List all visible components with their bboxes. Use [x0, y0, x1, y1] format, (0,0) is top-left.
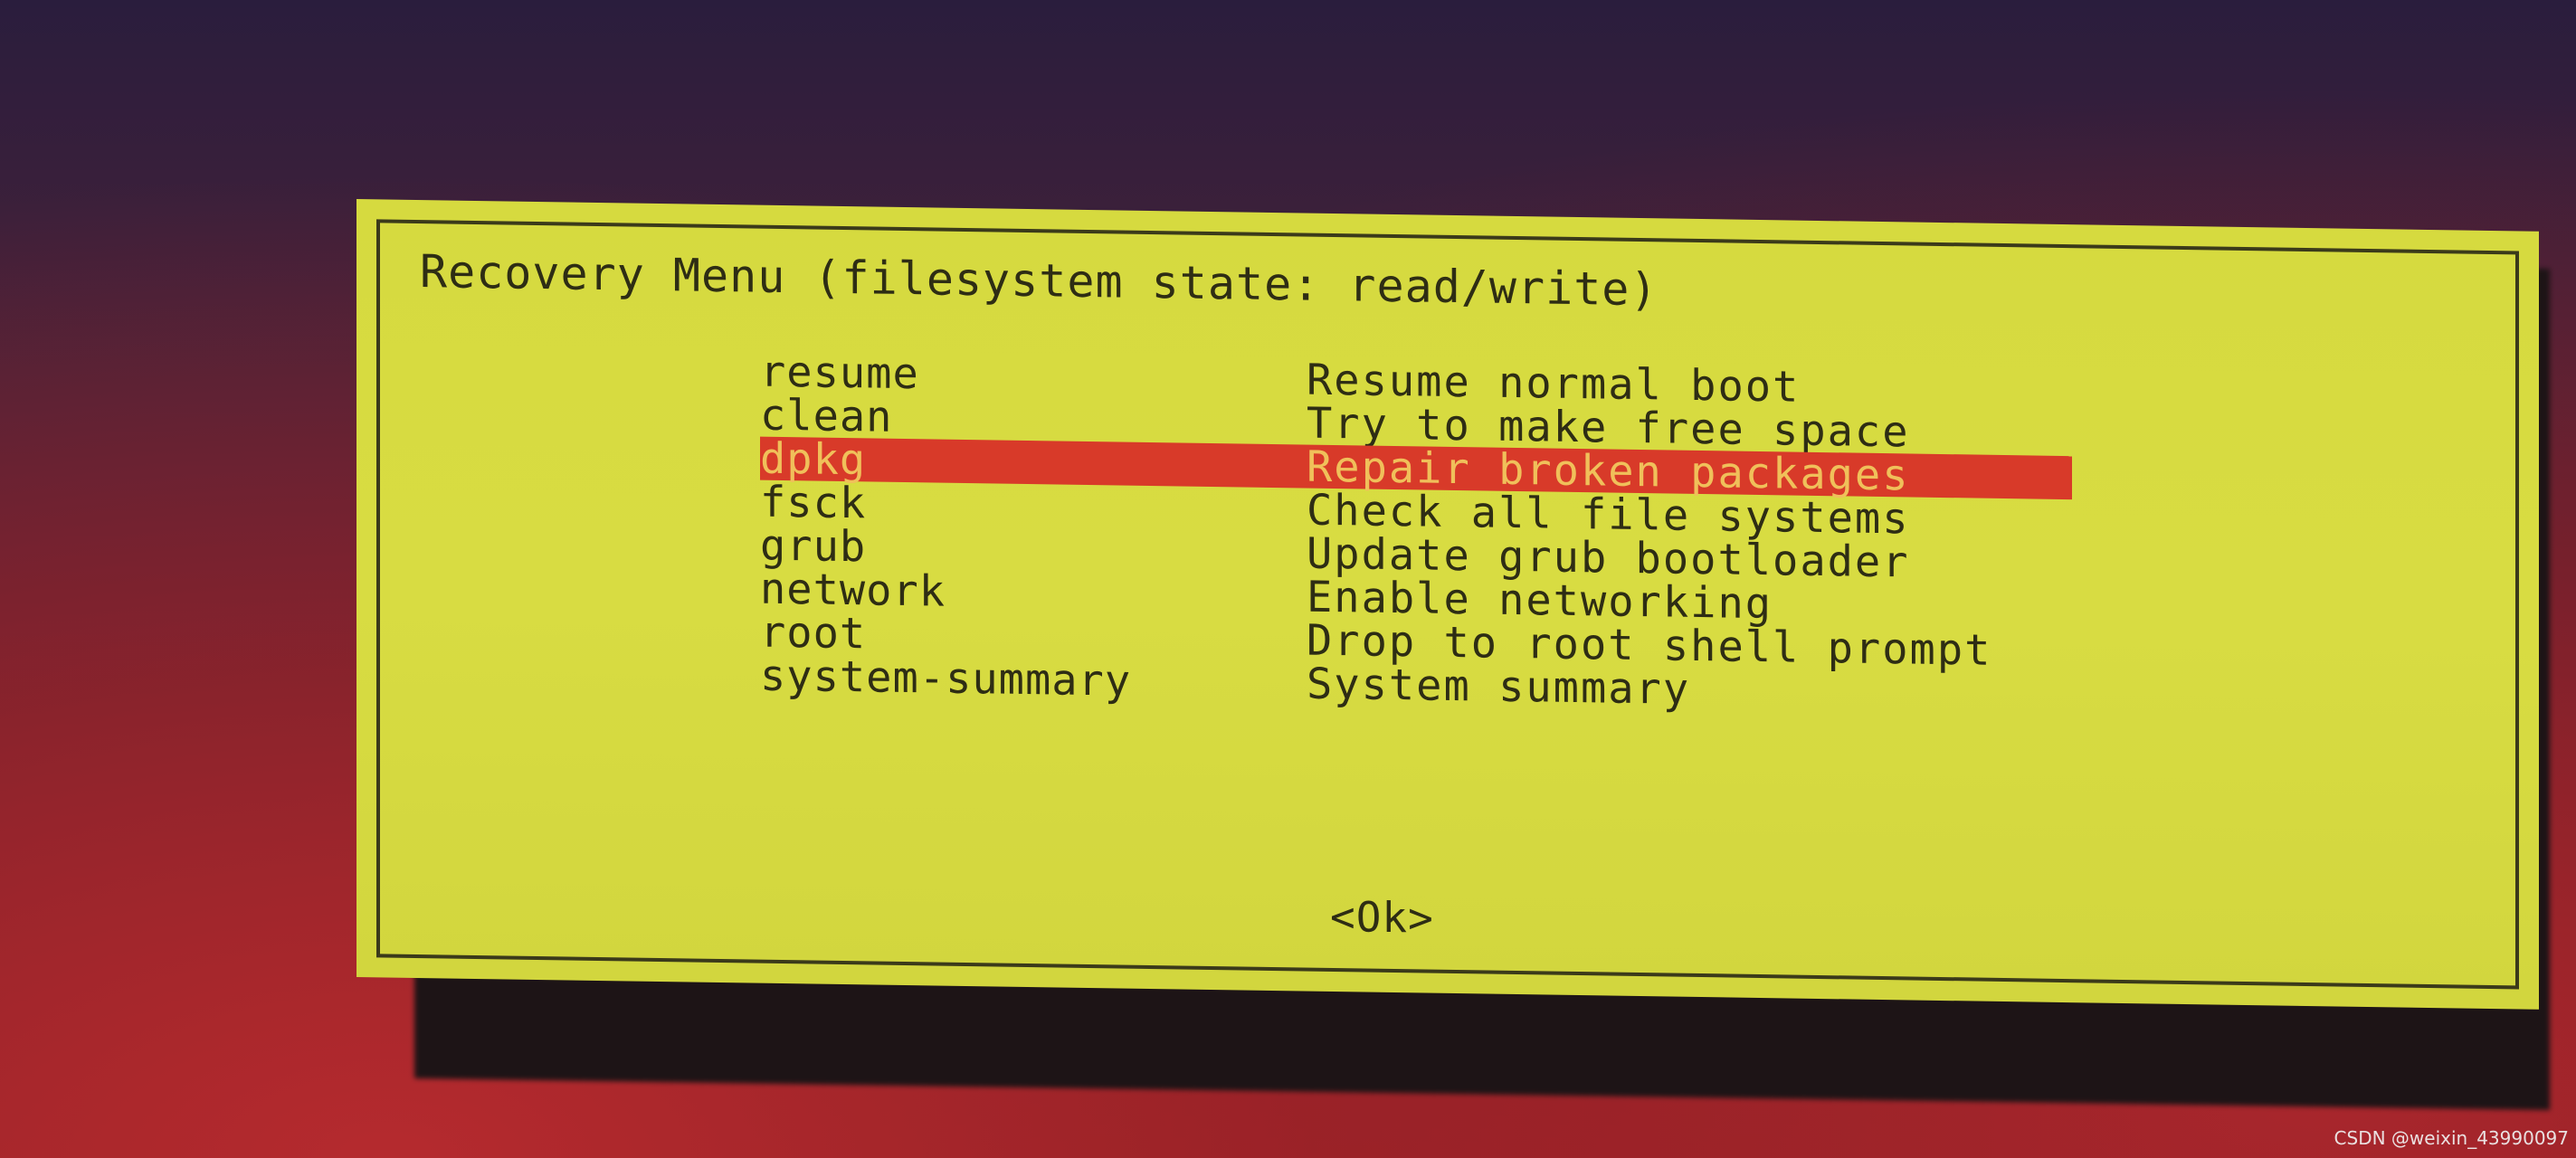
menu-item-key: system-summary: [760, 650, 1132, 707]
ok-button[interactable]: <Ok>: [1330, 892, 1434, 943]
photo-background: Recovery Menu (filesystem state: read/wr…: [0, 0, 2576, 1158]
menu-item-description: System summary: [1307, 659, 1691, 715]
recovery-menu-list: resume Resume normal boot clean Try to m…: [760, 346, 2081, 717]
recovery-menu-dialog: Recovery Menu (filesystem state: read/wr…: [356, 199, 2539, 1010]
watermark-text: CSDN @weixin_43990097: [2334, 1127, 2569, 1149]
